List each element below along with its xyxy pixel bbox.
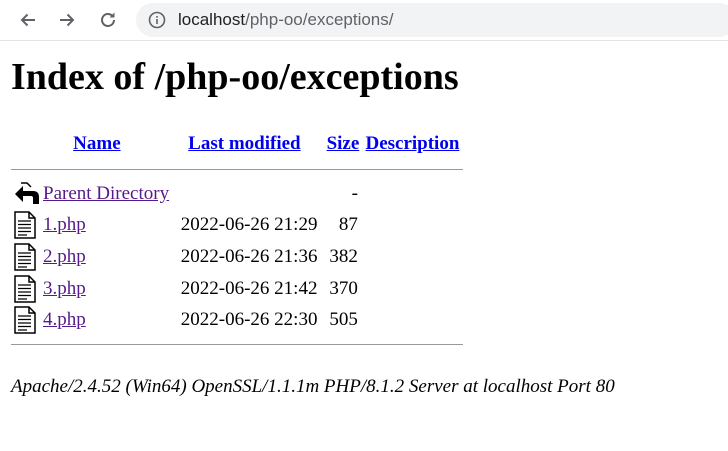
last-modified-column-header: Last modified [179,128,324,160]
table-row: 1.php 2022-06-26 21:29 87 [11,210,463,242]
table-row: 3.php 2022-06-26 21:42 370 [11,273,463,305]
text-file-icon [14,306,36,334]
url-path: /php-oo/exceptions/ [245,10,394,29]
sort-by-description-link[interactable]: Description [365,133,459,154]
reload-icon [101,12,115,27]
separator-line [11,168,463,170]
browser-toolbar: localhost/php-oo/exceptions/ [0,0,728,41]
file-size: 382 [329,245,358,267]
file-modified: 2022-06-26 22:30 [180,309,318,331]
header-row: Name Last modified Size Description [11,128,463,160]
table-row: 2.php 2022-06-26 21:36 382 [11,241,463,273]
sort-by-size-link[interactable]: Size [327,133,360,154]
text-file-icon [14,211,36,240]
separator-row [11,336,463,354]
directory-listing: Name Last modified Size Description Pare… [11,128,463,354]
separator-line [11,344,463,346]
url-text: localhost/php-oo/exceptions/ [178,10,394,30]
size-column-header: Size [324,128,362,160]
file-link[interactable]: 2.php [43,246,86,267]
file-link[interactable]: 4.php [43,309,86,330]
file-modified: 2022-06-26 21:29 [180,214,318,236]
sort-by-last-modified-link[interactable]: Last modified [188,133,300,154]
url-host: localhost [178,10,246,29]
table-row: Parent Directory - [11,178,463,210]
arrow-right-icon [60,13,75,27]
address-bar[interactable]: localhost/php-oo/exceptions/ [136,3,728,37]
description-column-header: Description [362,128,463,160]
file-link[interactable]: 1.php [43,214,86,235]
info-icon[interactable] [148,11,166,29]
reload-button[interactable] [94,6,122,34]
table-row: 4.php 2022-06-26 22:30 505 [11,304,463,336]
separator-row [11,160,463,178]
file-size: 87 [338,214,358,236]
file-size: 370 [329,277,358,299]
file-modified: 2022-06-26 21:42 [180,277,318,299]
parent-size: - [351,182,358,204]
text-file-icon [14,274,36,303]
parent-directory-icon [15,182,39,204]
forward-button[interactable] [53,6,81,34]
icon-column-header [11,128,41,160]
page-title: Index of /php-oo/exceptions [11,56,459,98]
text-file-icon [14,243,36,271]
file-size: 505 [329,309,358,331]
file-link[interactable]: 3.php [43,278,86,299]
server-signature: Apache/2.4.52 (Win64) OpenSSL/1.1.1m PHP… [11,376,615,397]
name-column-header: Name [41,128,179,160]
parent-directory-link[interactable]: Parent Directory [43,183,169,204]
back-button[interactable] [14,6,42,34]
file-modified: 2022-06-26 21:36 [180,245,318,267]
sort-by-name-link[interactable]: Name [73,133,120,154]
arrow-left-icon [20,13,35,27]
